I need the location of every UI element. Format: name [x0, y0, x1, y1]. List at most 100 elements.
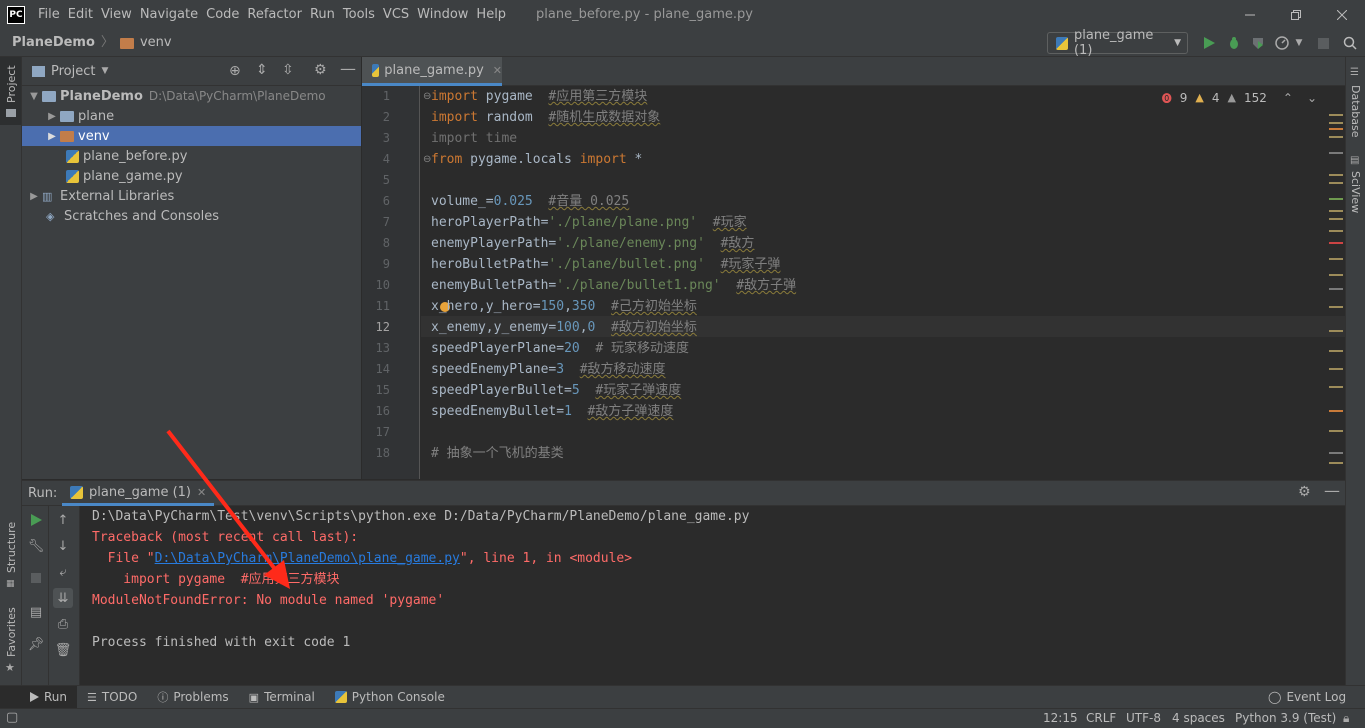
- structure-tool-window-button[interactable]: Structure ▦: [0, 517, 21, 589]
- error-stripe-mark[interactable]: [1329, 230, 1343, 232]
- breadcrumb-project[interactable]: PlaneDemo: [12, 29, 95, 57]
- error-stripe-mark[interactable]: [1329, 174, 1343, 176]
- more-run-options-chevron-icon[interactable]: ▼: [1293, 33, 1305, 53]
- minimize-panel-icon[interactable]: —: [340, 59, 356, 78]
- close-window-button[interactable]: [1319, 0, 1365, 29]
- debug-button[interactable]: [1224, 33, 1244, 53]
- run-button[interactable]: [1199, 33, 1219, 53]
- run-configuration-selector[interactable]: plane_game (1) ▼: [1047, 28, 1188, 58]
- profile-button[interactable]: [1272, 33, 1292, 53]
- chevron-down-icon[interactable]: ⌄: [1307, 91, 1317, 105]
- error-stripe-mark[interactable]: [1329, 198, 1343, 200]
- tool-tab-problems[interactable]: ⓘ Problems: [147, 686, 238, 709]
- run-with-coverage-button[interactable]: [1248, 33, 1268, 53]
- error-stripe-mark[interactable]: [1329, 152, 1343, 154]
- print-button[interactable]: ⎙: [53, 614, 73, 634]
- error-stripe-mark[interactable]: [1329, 462, 1343, 464]
- locate-target-icon[interactable]: ⊕: [229, 63, 241, 79]
- menu-vcs[interactable]: VCS: [379, 0, 413, 29]
- sciview-tool-window-button[interactable]: ▤ SciView: [1346, 153, 1365, 213]
- error-stripe[interactable]: [1329, 110, 1343, 470]
- error-stripe-mark[interactable]: [1329, 274, 1343, 276]
- rerun-button[interactable]: [26, 510, 46, 530]
- tool-tab-todo[interactable]: ☰ TODO: [77, 686, 147, 709]
- database-tool-window-button[interactable]: ☰ Database: [1346, 65, 1365, 138]
- error-stripe-mark[interactable]: [1329, 288, 1343, 290]
- menu-view[interactable]: View: [97, 0, 136, 29]
- chevron-right-icon[interactable]: ▶: [46, 131, 58, 142]
- soft-wrap-button[interactable]: ⤶: [53, 562, 73, 582]
- menu-refactor[interactable]: Refactor: [243, 0, 306, 29]
- caret-position[interactable]: 12:15: [1043, 711, 1078, 725]
- tree-item-plane[interactable]: ▶ plane: [22, 106, 361, 126]
- error-stripe-mark[interactable]: [1329, 368, 1343, 370]
- stop-run-button[interactable]: [26, 568, 46, 588]
- lock-icon[interactable]: 🔒︎: [1343, 711, 1349, 726]
- collapse-all-icon[interactable]: ⇳: [282, 62, 294, 78]
- stop-button[interactable]: [1313, 33, 1333, 53]
- gear-icon[interactable]: ⚙: [314, 62, 327, 78]
- tool-tab-event-log[interactable]: ◯ Event Log: [1258, 686, 1356, 709]
- menu-file[interactable]: File: [34, 0, 64, 29]
- chevron-up-icon[interactable]: ⌃: [1283, 91, 1293, 105]
- error-stripe-mark[interactable]: [1329, 430, 1343, 432]
- tree-item-plane-before[interactable]: plane_before.py: [22, 146, 361, 166]
- favorites-tool-window-button[interactable]: Favorites ★: [0, 605, 21, 675]
- tree-item-external-libraries[interactable]: ▶ ▥ External Libraries: [22, 186, 361, 206]
- scroll-up-button[interactable]: ↑: [53, 510, 73, 530]
- clear-all-button[interactable]: 🗑︎: [53, 640, 73, 660]
- toggle-tool-windows-icon[interactable]: ▢: [6, 710, 18, 725]
- menu-tools[interactable]: Tools: [339, 0, 379, 29]
- menu-navigate[interactable]: Navigate: [136, 0, 202, 29]
- menu-run[interactable]: Run: [306, 0, 339, 29]
- python-interpreter[interactable]: Python 3.9 (Test): [1235, 711, 1336, 725]
- error-stripe-mark[interactable]: [1329, 330, 1343, 332]
- menu-edit[interactable]: Edit: [64, 0, 97, 29]
- error-stripe-mark[interactable]: [1329, 114, 1343, 116]
- error-stripe-mark[interactable]: [1329, 258, 1343, 260]
- project-tool-window-button[interactable]: Project: [0, 57, 21, 125]
- tree-item-venv[interactable]: ▶ venv: [22, 126, 361, 146]
- error-stripe-mark[interactable]: [1329, 210, 1343, 212]
- inspection-widget[interactable]: ⓿ 9 ▲ 4 ▲ 152 ⌃ ⌄: [1162, 90, 1317, 106]
- line-separator[interactable]: CRLF: [1086, 711, 1116, 725]
- file-encoding[interactable]: UTF-8: [1126, 711, 1161, 725]
- minimize-button[interactable]: [1227, 0, 1273, 29]
- tool-tab-python-console[interactable]: Python Console: [325, 686, 455, 709]
- code-editor[interactable]: 1 2 3 4 5 6 7 8 9 10 11 12 13 14 15 16 1…: [362, 86, 1345, 479]
- expand-all-icon[interactable]: ⇕: [256, 62, 268, 78]
- pin-tab-button[interactable]: 📌︎: [26, 634, 46, 654]
- breadcrumb-folder[interactable]: venv: [140, 29, 172, 57]
- error-stripe-mark[interactable]: [1329, 136, 1343, 138]
- tool-tab-run[interactable]: Run: [0, 685, 78, 709]
- error-stripe-mark[interactable]: [1329, 242, 1343, 244]
- menu-help[interactable]: Help: [472, 0, 510, 29]
- error-stripe-mark[interactable]: [1329, 218, 1343, 220]
- menu-window[interactable]: Window: [413, 0, 472, 29]
- scroll-down-button[interactable]: ↓: [53, 536, 73, 556]
- gear-icon[interactable]: ⚙: [1298, 484, 1311, 500]
- minimize-panel-icon[interactable]: —: [1324, 481, 1340, 500]
- error-stripe-mark[interactable]: [1329, 386, 1343, 388]
- search-everywhere-button[interactable]: [1340, 33, 1360, 53]
- error-stripe-mark[interactable]: [1329, 452, 1343, 454]
- tree-item-scratches[interactable]: ◈ Scratches and Consoles: [22, 206, 361, 226]
- error-stripe-mark[interactable]: [1329, 182, 1343, 184]
- chevron-down-icon[interactable]: ▼: [101, 66, 108, 76]
- menu-code[interactable]: Code: [202, 0, 243, 29]
- edit-configuration-button[interactable]: 🔧︎: [26, 536, 46, 556]
- restore-button[interactable]: [1273, 0, 1319, 29]
- error-stripe-mark[interactable]: [1329, 306, 1343, 308]
- error-stripe-mark[interactable]: [1329, 350, 1343, 352]
- close-tab-icon[interactable]: ✕: [493, 64, 502, 77]
- layout-button[interactable]: ▤: [26, 602, 46, 622]
- tree-item-planedemo[interactable]: ▼ PlaneDemo D:\Data\PyCharm\PlaneDemo: [22, 86, 361, 106]
- editor-tab-plane-game[interactable]: plane_game.py ✕: [362, 57, 502, 86]
- indent-setting[interactable]: 4 spaces: [1172, 711, 1225, 725]
- error-stripe-mark[interactable]: [1329, 410, 1343, 412]
- chevron-right-icon[interactable]: ▶: [28, 191, 40, 202]
- chevron-down-icon[interactable]: ▼: [28, 91, 40, 102]
- scroll-to-end-button[interactable]: ⇊: [53, 588, 73, 608]
- project-panel-title[interactable]: Project: [51, 64, 95, 79]
- error-stripe-mark[interactable]: [1329, 128, 1343, 130]
